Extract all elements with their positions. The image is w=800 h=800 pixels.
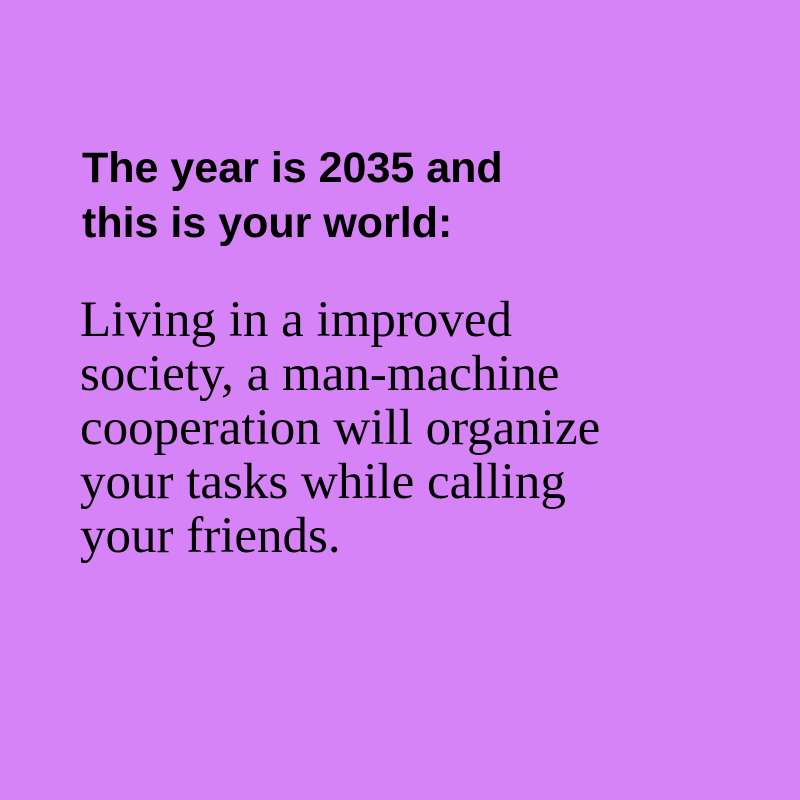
headline: The year is 2035 and this is your world: bbox=[82, 141, 742, 251]
body-line-3: cooperation will organize bbox=[80, 400, 601, 456]
body-line-1: Living in a improved bbox=[80, 292, 513, 348]
body-line-2: society, a man-machine bbox=[80, 346, 560, 402]
body-line-5: your friends. bbox=[80, 508, 341, 564]
body-line-4: your tasks while calling bbox=[80, 454, 566, 510]
card: The year is 2035 and this is your world:… bbox=[0, 0, 800, 800]
headline-line-1: The year is 2035 and bbox=[82, 144, 503, 192]
headline-line-2: this is your world: bbox=[82, 199, 453, 247]
body-text: Living in a improved society, a man-mach… bbox=[80, 293, 760, 563]
